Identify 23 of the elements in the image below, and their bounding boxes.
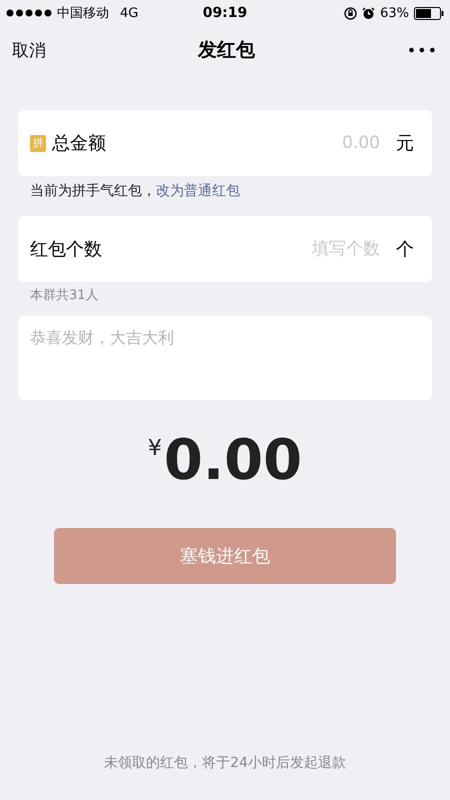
lucky-badge: 拼: [30, 134, 46, 152]
message-field[interactable]: 恭喜发财，大吉大利: [18, 316, 432, 400]
unit-label: 个: [396, 238, 414, 261]
more-button[interactable]: •••: [406, 40, 438, 60]
group-note: 本群共31人: [30, 287, 100, 305]
signal-icon: [6, 9, 52, 17]
count-label: 红包个数: [30, 238, 102, 261]
alarm-icon: [362, 6, 376, 20]
unit-label: 元: [396, 132, 414, 155]
page-title: 发红包: [198, 38, 255, 63]
rotation-lock-icon: [344, 6, 358, 20]
carrier-name: 中国移动: [57, 5, 109, 22]
battery-icon: [414, 6, 444, 20]
clock: 09:19: [202, 5, 248, 21]
network-type: 4G: [120, 6, 138, 20]
refund-note: 未领取的红包，将于24小时后发起退款: [103, 754, 347, 772]
amount-label: 总金额: [52, 132, 106, 155]
switch-type-link[interactable]: 改为普通红包: [156, 183, 240, 199]
total-amount: 0.00: [164, 430, 302, 492]
cancel-button[interactable]: 取消: [12, 38, 46, 62]
type-note: 当前为拼手气红包，改为普通红包: [30, 182, 241, 201]
battery-percent: 63%: [380, 6, 409, 20]
currency-symbol: ¥: [148, 436, 162, 461]
